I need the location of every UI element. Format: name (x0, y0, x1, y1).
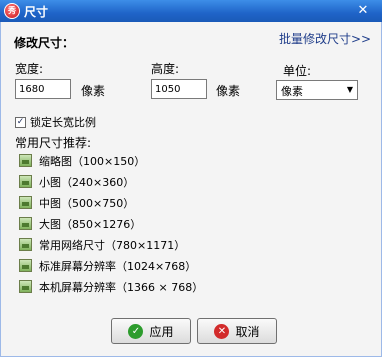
preset-item[interactable]: 常用网络尺寸（780×1171） (19, 234, 203, 255)
close-icon[interactable]: ✕ (354, 2, 372, 20)
unit-select-value: 像素 (281, 85, 303, 98)
height-label: 高度: (151, 62, 180, 76)
preset-item[interactable]: 中图（500×750） (19, 192, 203, 213)
image-icon (19, 175, 32, 188)
preset-item[interactable]: 小图（240×360） (19, 171, 203, 192)
preset-label: 中图（500×750） (39, 196, 135, 210)
batch-resize-link[interactable]: 批量修改尺寸>> (279, 30, 371, 47)
presets-list: 缩略图（100×150） 小图（240×360） 中图（500×750） 大图（… (19, 150, 203, 297)
image-icon (19, 238, 32, 251)
window-title: 尺寸 (24, 5, 49, 19)
cancel-label: 取消 (235, 324, 260, 339)
image-icon (19, 217, 32, 230)
unit-select[interactable]: 像素 ▼ (276, 80, 358, 100)
section-heading: 修改尺寸： (14, 36, 75, 50)
image-icon (19, 259, 32, 272)
apply-label: 应用 (149, 324, 174, 339)
preset-label: 大图（850×1276） (39, 217, 142, 231)
preset-label: 常用网络尺寸（780×1171） (39, 238, 186, 252)
title-bar: 秀 尺寸 ✕ (0, 0, 382, 22)
close-icon: ✕ (214, 323, 230, 339)
check-icon: ✓ (128, 323, 144, 339)
preset-label: 缩略图（100×150） (39, 154, 146, 168)
lock-ratio-label: 锁定长宽比例 (30, 116, 96, 129)
presets-header: 常用尺寸推荐: (15, 136, 92, 150)
dialog-body: 修改尺寸： 批量修改尺寸>> 宽度: 像素 高度: 像素 单位: 像素 ▼ ✓ … (0, 22, 382, 357)
app-logo-icon: 秀 (4, 3, 20, 19)
height-input[interactable] (151, 79, 207, 99)
image-icon (19, 280, 32, 293)
preset-label: 小图（240×360） (39, 175, 135, 189)
preset-item[interactable]: 本机屏幕分辨率（1366 × 768） (19, 276, 203, 297)
preset-label: 本机屏幕分辨率（1366 × 768） (39, 280, 204, 294)
preset-item[interactable]: 标准屏幕分辨率（1024×768） (19, 255, 203, 276)
width-label: 宽度: (15, 62, 44, 76)
apply-button[interactable]: ✓ 应用 (111, 318, 191, 344)
cancel-button[interactable]: ✕ 取消 (197, 318, 277, 344)
preset-item[interactable]: 缩略图（100×150） (19, 150, 203, 171)
width-unit: 像素 (81, 84, 106, 98)
preset-item[interactable]: 大图（850×1276） (19, 213, 203, 234)
image-icon (19, 196, 32, 209)
height-unit: 像素 (216, 84, 241, 98)
chevron-down-icon: ▼ (346, 85, 353, 94)
width-input[interactable] (15, 79, 71, 99)
lock-ratio-row[interactable]: ✓ 锁定长宽比例 (15, 114, 96, 130)
preset-label: 标准屏幕分辨率（1024×768） (39, 259, 197, 273)
lock-ratio-checkbox[interactable]: ✓ (15, 116, 26, 128)
unit-label: 单位: (283, 64, 312, 78)
image-icon (19, 154, 32, 167)
